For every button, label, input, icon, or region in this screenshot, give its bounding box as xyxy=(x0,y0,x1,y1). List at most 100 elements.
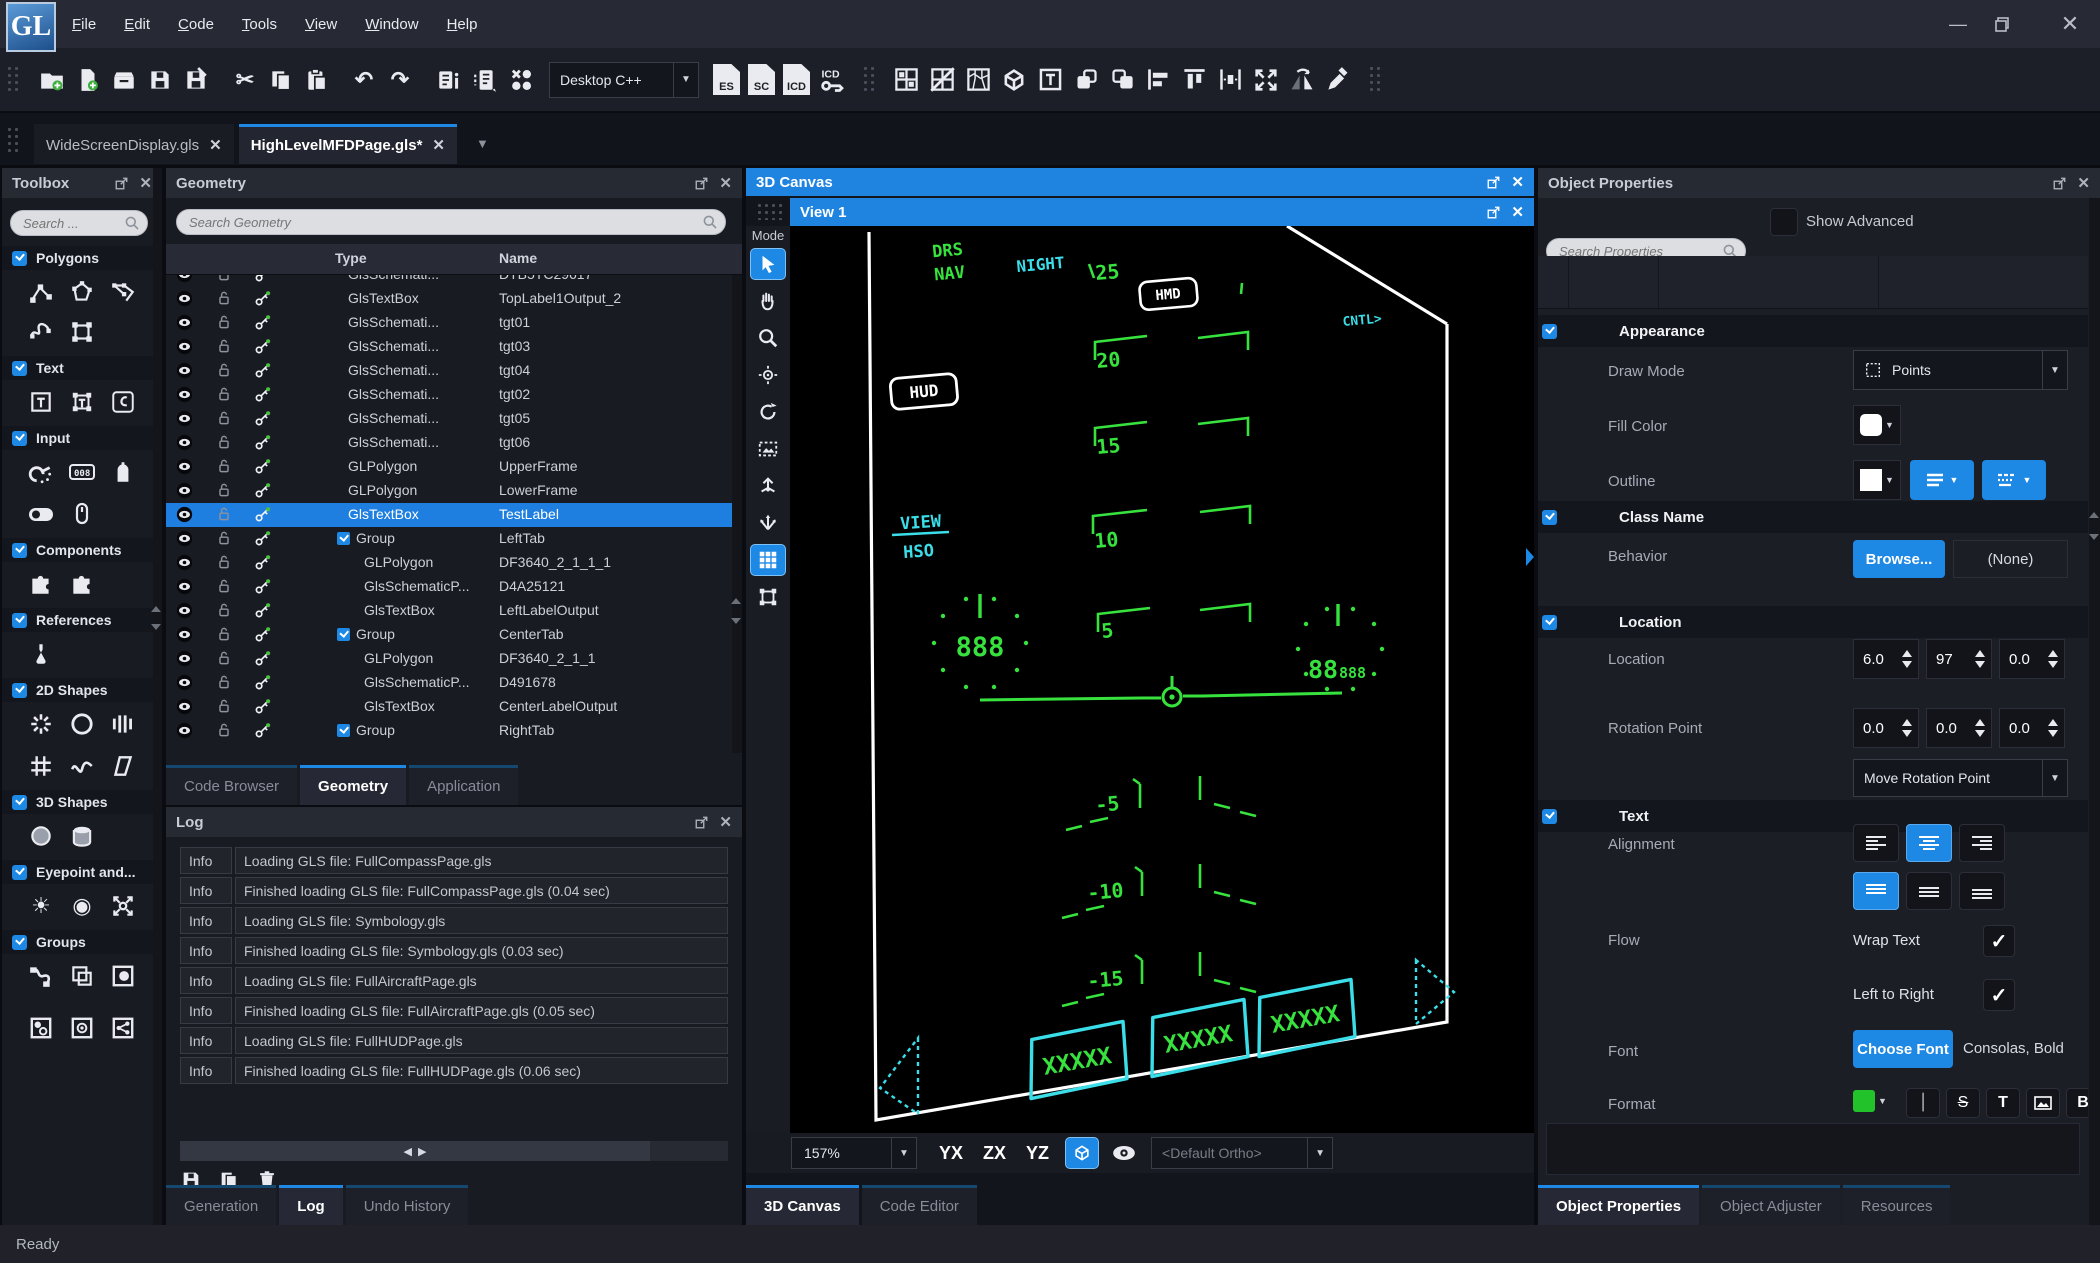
key-icon[interactable] xyxy=(254,506,271,523)
menu-view[interactable]: View xyxy=(301,16,341,33)
location-y-stepper[interactable]: 97 xyxy=(1926,639,1992,679)
save-button[interactable] xyxy=(143,63,177,97)
ortho-view-select[interactable]: <Default Ortho> ▼ xyxy=(1151,1137,1334,1169)
group-checkbox[interactable] xyxy=(337,724,350,737)
outline-pattern-button[interactable]: ▼ xyxy=(1982,460,2046,500)
format-color-swatch[interactable]: ▼ xyxy=(1853,1090,1887,1112)
eyedropper-button[interactable] xyxy=(1321,63,1355,97)
log-row[interactable]: Info Finished loading GLS file: Symbology… xyxy=(180,937,728,964)
group-checkbox[interactable] xyxy=(337,532,350,545)
increment-icon[interactable] xyxy=(1975,719,1985,726)
perspective-cube-button[interactable] xyxy=(1065,1137,1100,1169)
copy-button[interactable] xyxy=(264,63,298,97)
section-3d-shapes[interactable]: 3D Shapes xyxy=(2,790,162,814)
text-nodes-tool-icon[interactable] xyxy=(67,388,97,416)
fill-color-swatch[interactable]: ▼ xyxy=(1853,405,1901,445)
section-2d-shapes[interactable]: 2D Shapes xyxy=(2,678,162,702)
key-icon[interactable] xyxy=(254,434,271,451)
geometry-row[interactable]: GlsTextBox LeftLabelOutput xyxy=(166,599,742,623)
draw-mode-select[interactable]: Points ▼ xyxy=(1853,350,2068,390)
geometry-row[interactable]: GlsSchemati... DTB5TC29617 xyxy=(166,275,742,287)
canvas-header[interactable]: 3D Canvas ✕ xyxy=(746,168,1534,196)
choose-font-button[interactable]: Choose Font xyxy=(1853,1030,1953,1068)
tabbar-grip[interactable] xyxy=(6,126,20,152)
visibility-eye-icon[interactable] xyxy=(176,626,193,643)
key-icon[interactable] xyxy=(254,626,271,643)
mesh-button[interactable] xyxy=(961,63,995,97)
open-file-button[interactable] xyxy=(107,63,141,97)
lock-icon[interactable] xyxy=(216,554,232,570)
tab-undo-history[interactable]: Undo History xyxy=(345,1185,469,1225)
tab-generation[interactable]: Generation xyxy=(166,1185,277,1225)
scroll-down-icon[interactable] xyxy=(151,624,161,630)
visibility-eye-icon[interactable] xyxy=(176,554,193,571)
key-icon[interactable] xyxy=(254,275,271,283)
knob-tool-icon[interactable] xyxy=(108,458,138,486)
redo-button[interactable]: ↷ xyxy=(383,63,417,97)
spline-tool-icon[interactable] xyxy=(26,318,56,346)
new-file-button[interactable] xyxy=(71,63,105,97)
key-icon[interactable] xyxy=(254,362,271,379)
behavior-value-field[interactable]: (None) xyxy=(1953,540,2068,578)
scroll-up-icon[interactable] xyxy=(2089,512,2099,518)
component-tool-icon[interactable] xyxy=(26,570,56,598)
menu-edit[interactable]: Edit xyxy=(120,16,154,33)
eyepoint-expand-icon[interactable] xyxy=(108,892,138,920)
left-to-right-checkbox[interactable]: ✓ xyxy=(1983,979,2015,1011)
geometry-row-selected[interactable]: GlsTextBox TestLabel xyxy=(166,503,742,527)
sun-icon[interactable]: ☀ xyxy=(26,892,56,920)
lock-icon[interactable] xyxy=(216,410,232,426)
section-checkbox[interactable] xyxy=(12,934,27,950)
build-button[interactable] xyxy=(432,63,466,97)
component-ref-tool-icon[interactable] xyxy=(67,570,97,598)
geometry-row[interactable]: GlsSchemati... tgt02 xyxy=(166,383,742,407)
canvas-viewport[interactable]: DRS NAV NIGHT 25 HMD CNTL> 20 HUD 15 10 … xyxy=(790,226,1534,1133)
visibility-eye-icon[interactable] xyxy=(176,506,193,523)
geometry-row[interactable]: GlsSchematicP... D4A25121 xyxy=(166,575,742,599)
flip-button[interactable] xyxy=(1285,63,1319,97)
format-strikethrough-button[interactable]: S xyxy=(1946,1088,1980,1118)
text-box-tool-icon[interactable] xyxy=(26,388,56,416)
transform-tool[interactable] xyxy=(750,581,786,613)
geometry-search-input[interactable] xyxy=(176,209,726,235)
group-circles-icon[interactable] xyxy=(26,1014,56,1042)
decrement-icon[interactable] xyxy=(2048,730,2058,737)
align-left-button[interactable] xyxy=(1853,824,1899,862)
counter-tool-icon[interactable]: 008 xyxy=(67,458,97,486)
minimize-icon[interactable]: — xyxy=(1938,14,1978,35)
section-groups[interactable]: Groups xyxy=(2,930,162,954)
close-icon[interactable]: ✕ xyxy=(1511,203,1524,221)
components-button[interactable] xyxy=(504,63,538,97)
format-bold-button[interactable]: B xyxy=(2066,1088,2088,1118)
format-italic-button[interactable]: ⏐ xyxy=(1906,1088,1940,1118)
polyline-tool-icon[interactable] xyxy=(26,278,56,306)
dial-tool-icon[interactable] xyxy=(26,458,56,486)
geometry-scrollbar[interactable] xyxy=(732,275,742,753)
log-hscrollbar[interactable]: ◀ ▶ xyxy=(180,1141,728,1161)
geometry-row[interactable]: GlsSchemati... tgt04 xyxy=(166,359,742,383)
lock-icon[interactable] xyxy=(216,275,232,282)
section-input[interactable]: Input xyxy=(2,426,162,450)
trapezoid-tool-icon[interactable] xyxy=(108,752,138,780)
wrap-text-checkbox[interactable]: ✓ xyxy=(1983,925,2015,957)
section-checkbox[interactable] xyxy=(12,864,27,880)
group-link-icon[interactable] xyxy=(26,962,56,990)
duplicate-back-button[interactable] xyxy=(1105,63,1139,97)
group-rects-icon[interactable] xyxy=(67,962,97,990)
script-text-tool-icon[interactable] xyxy=(108,388,138,416)
show-advanced-checkbox[interactable] xyxy=(1770,208,1798,236)
select-tool[interactable] xyxy=(750,248,786,280)
align-center-button[interactable] xyxy=(1906,824,1952,862)
section-checkbox[interactable] xyxy=(12,250,27,266)
section-components[interactable]: Components xyxy=(2,538,162,562)
section-checkbox[interactable] xyxy=(12,430,27,446)
visibility-eye-icon[interactable] xyxy=(176,275,193,283)
toggle-tool-icon[interactable] xyxy=(26,500,56,528)
visibility-eye-icon[interactable] xyxy=(176,434,193,451)
tab-log[interactable]: Log xyxy=(279,1185,343,1225)
decrement-icon[interactable] xyxy=(1902,661,1912,668)
log-row[interactable]: Info Loading GLS file: FullCompassPage.gl… xyxy=(180,847,728,874)
increment-icon[interactable] xyxy=(1902,719,1912,726)
key-icon[interactable] xyxy=(254,338,271,355)
lock-icon[interactable] xyxy=(216,458,232,474)
